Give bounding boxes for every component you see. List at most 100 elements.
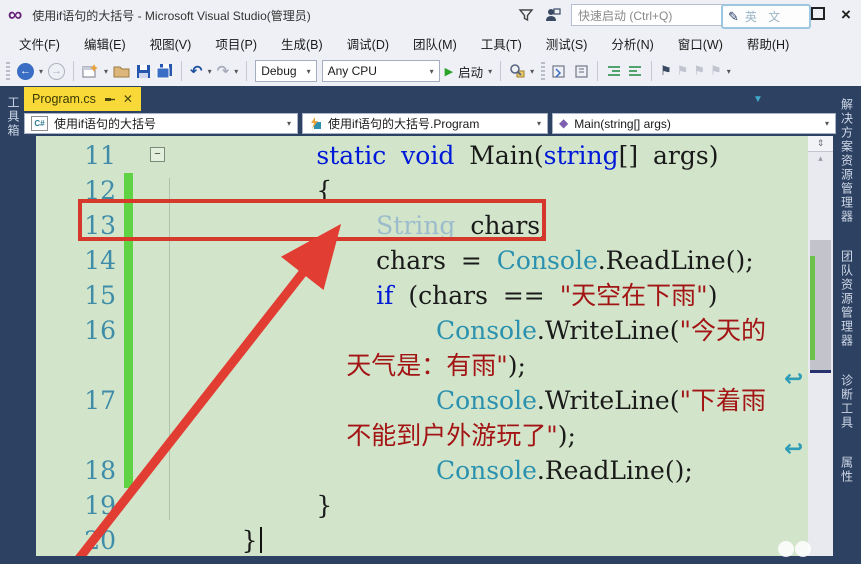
window-title: 使用if语句的大括号 - Microsoft Visual Studio(管理员… [32,8,311,23]
comment-out-icon[interactable] [552,64,568,79]
save-all-icon[interactable] [156,63,173,79]
right-tab-3[interactable]: 属性 [839,452,856,488]
code-text: 不能到户外游玩了"); [346,421,576,450]
menu-bar: 文件(F) 编辑(E) 视图(V) 项目(P) 生成(B) 调试(D) 团队(M) 工具(T)… [0,30,861,85]
start-debug-label[interactable]: 启动 [458,62,483,81]
class-icon [309,117,322,130]
toolbar-overflow-icon[interactable]: ▾ [727,67,731,76]
redo-icon[interactable]: ↷ [217,62,230,80]
menu-item-4[interactable]: 生成(B) [270,30,334,57]
find-dropdown-icon[interactable]: ▾ [530,67,534,76]
navigate-back-icon[interactable]: ← [17,62,34,80]
splitter-handle-icon[interactable]: ⇕ [808,136,833,152]
uncomment-icon[interactable] [573,64,589,79]
toolbar-grip-handle[interactable] [6,62,10,80]
code-line[interactable]: 17 Console.WriteLine("下着雨 [36,383,808,418]
menu-item-0[interactable]: 文件(F) [8,30,71,57]
find-in-code-icon[interactable] [509,63,525,79]
code-text: Console.ReadLine(); [435,456,693,485]
toggle-bookmark-icon[interactable]: ⚑ [660,63,672,79]
menu-item-11[interactable]: 帮助(H) [736,30,800,57]
solution-configuration-select[interactable]: Debug ▾ [255,60,317,82]
code-text: chars = Console.ReadLine(); [137,246,754,275]
line-number [36,418,124,453]
code-line[interactable]: 19 } [36,488,808,523]
start-dropdown-icon[interactable]: ▾ [488,67,492,76]
annotation-highlight-box [78,199,546,241]
code-line[interactable]: 16 Console.WriteLine("今天的 [36,313,808,348]
navbar-collapse-icon[interactable]: ▼ [753,94,763,105]
navigation-bar: C# 使用if语句的大括号 ▾ 使用if语句的大括号.Program ▾ ◆ M… [24,113,836,136]
right-tool-tabs: 解决方案资源管理器团队资源管理器诊断工具属性 [833,86,861,564]
maximize-button[interactable] [809,7,827,23]
menu-item-10[interactable]: 窗口(W) [667,30,734,57]
start-debug-icon[interactable]: ▶ [445,65,453,78]
navigate-forward-icon[interactable]: → [48,62,66,80]
menu-item-3[interactable]: 项目(P) [204,30,268,57]
clear-bookmarks-icon[interactable]: ⚑ [710,63,722,79]
scroll-up-icon[interactable]: ▴ [808,153,833,164]
project-dropdown[interactable]: C# 使用if语句的大括号 ▾ [24,113,298,134]
outline-collapse-icon[interactable]: − [150,147,165,162]
code-line[interactable]: 20 } [36,523,808,556]
undo-icon[interactable]: ↶ [190,62,203,80]
line-number: 19 [84,491,116,520]
decrease-indent-icon[interactable] [606,64,622,79]
type-dropdown[interactable]: 使用if语句的大括号.Program ▾ [302,113,548,134]
new-project-icon[interactable] [82,63,99,79]
menu-item-8[interactable]: 测试(S) [535,30,599,57]
line-number: 15 [84,281,116,310]
feedback-person-icon[interactable] [544,7,561,23]
right-tab-2[interactable]: 诊断工具 [839,370,856,434]
open-file-icon[interactable] [113,64,131,79]
menu-item-2[interactable]: 视图(V) [139,30,203,57]
menu-item-9[interactable]: 分析(N) [600,30,664,57]
prev-bookmark-icon[interactable]: ⚑ [677,63,689,79]
word-wrap-return-icon: ↩ [784,435,804,461]
next-bookmark-icon[interactable]: ⚑ [693,63,705,79]
code-line[interactable]: 18 Console.ReadLine(); [36,453,808,488]
tab-close-icon[interactable]: ✕ [123,92,133,106]
menu-item-6[interactable]: 团队(M) [402,30,468,57]
csharp-project-icon: C# [31,116,48,131]
menu-item-7[interactable]: 工具(T) [470,30,533,57]
member-dropdown-icon: ▾ [824,119,829,128]
code-text: Console.WriteLine("下着雨 [435,386,766,415]
type-dropdown-icon: ▾ [536,119,541,128]
word-wrap-return-icon: ↩ [784,365,804,391]
menu-item-5[interactable]: 调试(D) [336,30,400,57]
separator [73,61,75,81]
change-tracking-bar [124,383,133,418]
increase-indent-icon[interactable] [627,64,643,79]
redo-dropdown-icon[interactable]: ▾ [234,67,238,76]
change-tracking-bar [124,138,133,173]
solution-platform-select[interactable]: Any CPU ▾ [321,60,440,82]
code-line[interactable]: 14 chars = Console.ReadLine(); [36,243,808,278]
type-name: 使用if语句的大括号.Program [328,117,480,131]
close-button[interactable]: × [837,5,855,25]
member-dropdown[interactable]: ◆ Main(string[] args) ▾ [552,113,836,134]
pin-icon[interactable] [104,94,115,105]
tab-program-cs[interactable]: Program.cs ✕ [24,87,141,111]
watermark-dot [795,541,811,557]
toolbar-grip-handle[interactable] [541,62,546,80]
sidebar-tab-toolbox[interactable]: 工具箱 [0,90,22,144]
visual-studio-logo-icon: ∞ [8,4,23,26]
menu-item-1[interactable]: 编辑(E) [73,30,137,57]
feedback-funnel-icon[interactable] [518,7,534,23]
separator [246,61,248,81]
new-dropdown-icon[interactable]: ▾ [104,67,108,76]
watermark-dot [778,541,794,557]
right-tab-1[interactable]: 团队资源管理器 [839,246,856,352]
line-number: 16 [84,316,116,345]
undo-dropdown-icon[interactable]: ▾ [208,67,212,76]
code-line[interactable]: 15 if (chars == "天空在下雨") [36,278,808,313]
save-icon[interactable] [136,64,151,79]
right-tab-0[interactable]: 解决方案资源管理器 [839,94,856,228]
code-line[interactable]: 不能到户外游玩了"); [36,418,808,453]
back-dropdown-icon[interactable]: ▾ [39,67,43,76]
ime-indicator[interactable]: ✎ 英 文 [721,4,811,29]
code-line[interactable]: 天气是：有雨"); [36,348,808,383]
code-text: static void Main(string[] args) [316,141,719,170]
vertical-scrollbar[interactable]: ⇕ ▴ [808,136,833,556]
